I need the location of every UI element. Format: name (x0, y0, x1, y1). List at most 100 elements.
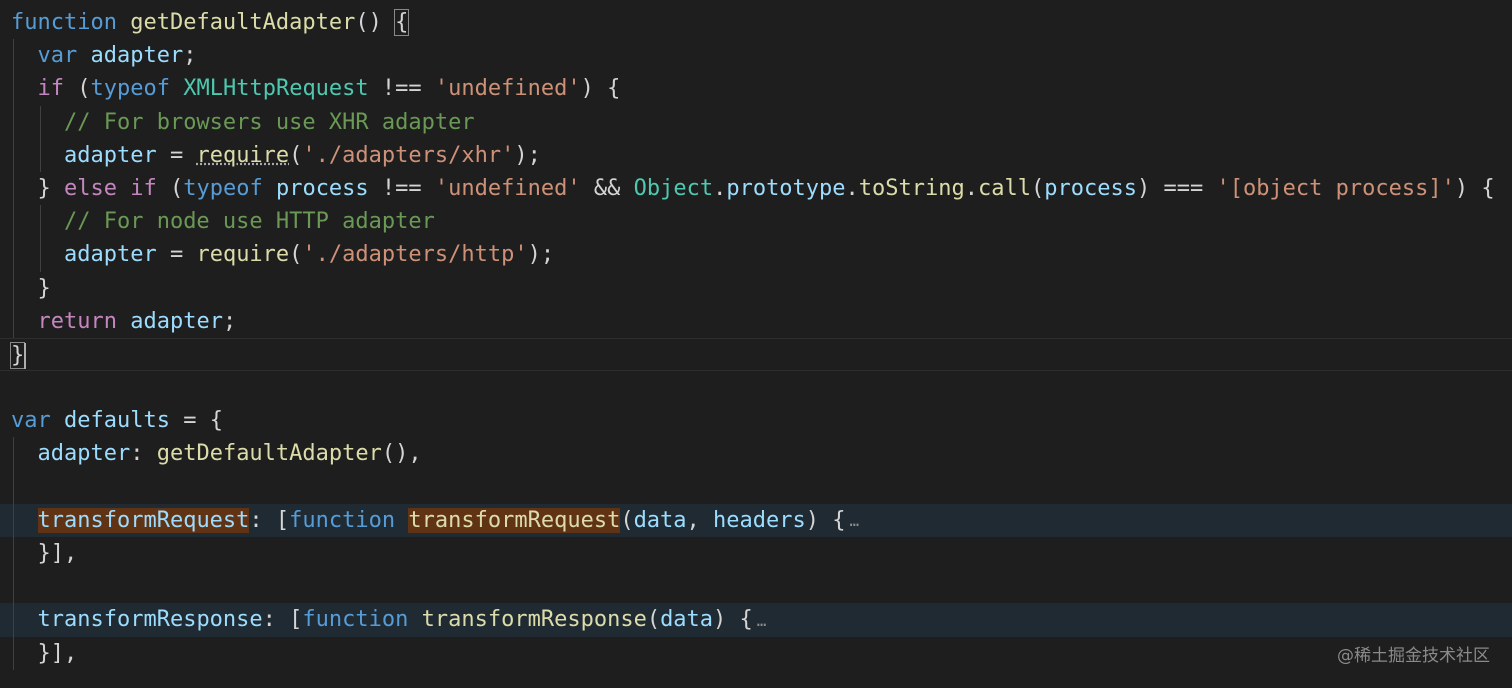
indent-guide (13, 603, 14, 637)
code-line[interactable]: function getDefaultAdapter() { (0, 6, 1512, 39)
code-line[interactable]: // For browsers use XHR adapter (0, 105, 1512, 139)
code-line[interactable]: transformResponse: [function transformRe… (0, 603, 1512, 637)
code-token: headers (713, 507, 806, 533)
code-token: process (1044, 175, 1137, 201)
code-line[interactable] (0, 470, 1512, 504)
code-editor[interactable]: function getDefaultAdapter() { var adapt… (0, 6, 1512, 688)
code-token: 'undefined' (434, 76, 581, 102)
code-token: getDefaultAdapter (130, 10, 356, 35)
code-token: defaults (64, 408, 170, 434)
code-token: // For browsers use XHR adapter (63, 109, 475, 135)
code-token: { (394, 9, 410, 36)
code-line[interactable] (0, 371, 1512, 404)
code-token: XMLHttpRequest (183, 76, 369, 102)
code-token: = (156, 242, 197, 268)
indent-guide (13, 238, 14, 272)
code-line[interactable]: adapter = require('./adapters/xhr'); (0, 138, 1512, 172)
code-token: 'undefined' (434, 175, 581, 201)
code-token: if (37, 76, 65, 102)
code-line[interactable]: return adapter; (0, 304, 1512, 338)
watermark: @稀土掘金技术社区 (1337, 646, 1490, 666)
code-token: '[object process]' (1216, 175, 1455, 201)
code-token: data (660, 607, 714, 633)
indent-guide (13, 636, 14, 670)
indent-guide (13, 39, 14, 73)
code-token: = { (169, 408, 223, 434)
code-token: './adapters/http' (302, 242, 528, 268)
code-token: function (11, 10, 117, 35)
code-token: prototype (726, 175, 846, 201)
code-token: toString (858, 175, 965, 201)
code-line[interactable]: } (0, 271, 1512, 305)
code-token: require (196, 242, 290, 268)
indent-guide (13, 503, 14, 537)
code-token: './adapters/xhr' (302, 142, 515, 168)
code-line[interactable]: // For node use HTTP adapter (0, 205, 1512, 239)
code-token: ) { (1454, 175, 1495, 201)
code-token: ) === (1136, 175, 1217, 201)
code-token: ); (527, 242, 555, 268)
code-token: } (11, 275, 51, 301)
code-token: function (289, 507, 396, 533)
code-token: var (11, 408, 51, 434)
code-token: ( (289, 242, 303, 268)
code-token: : [ (262, 607, 303, 633)
code-token: ( (620, 507, 634, 533)
code-token: process (275, 175, 369, 201)
indent-guide (13, 437, 14, 471)
code-token: !== (368, 175, 435, 201)
indent-guide (13, 205, 14, 239)
code-line[interactable] (0, 570, 1512, 604)
code-token: ) { (713, 607, 753, 633)
code-token: ( (1031, 175, 1045, 201)
code-line[interactable]: adapter = require('./adapters/http'); (0, 238, 1512, 272)
code-token: ( (64, 76, 91, 102)
code-token: require (196, 142, 290, 168)
code-token: typeof (90, 76, 170, 102)
code-line[interactable]: var defaults = { (0, 404, 1512, 437)
code-token: Object (633, 175, 714, 201)
code-line[interactable]: transformRequest: [function transformReq… (0, 503, 1512, 537)
indent-guide (13, 570, 14, 604)
code-token: } (11, 175, 64, 201)
code-token: : (130, 441, 157, 467)
code-line[interactable]: } (0, 337, 1512, 372)
code-token: adapter (90, 43, 184, 69)
code-token: ( (156, 175, 184, 201)
fold-ellipsis-icon[interactable]: … (757, 604, 767, 637)
indent-guide (13, 171, 14, 206)
code-token: transformRequest (408, 507, 621, 533)
code-line[interactable]: } else if (typeof process !== 'undefined… (0, 171, 1512, 206)
code-line[interactable]: var adapter; (0, 39, 1512, 73)
indent-guide (13, 271, 14, 305)
code-token: adapter (63, 242, 157, 268)
code-token: (), (381, 441, 422, 467)
code-line[interactable]: adapter: getDefaultAdapter(), (0, 437, 1512, 471)
code-token: transformRequest (37, 507, 250, 533)
code-token: ( (289, 142, 303, 168)
code-token: return (37, 308, 117, 334)
fold-ellipsis-icon[interactable]: … (850, 504, 860, 537)
code-token: else (63, 175, 117, 201)
code-line[interactable]: }], (0, 537, 1512, 571)
code-line[interactable]: }], (0, 636, 1512, 670)
indent-guide (13, 138, 14, 172)
code-token: }], (11, 541, 78, 566)
code-line[interactable]: if (typeof XMLHttpRequest !== 'undefined… (0, 72, 1512, 106)
code-token: () (355, 10, 396, 35)
code-token: adapter (63, 142, 157, 168)
code-token: // For node use HTTP adapter (63, 209, 435, 235)
code-token: = (156, 142, 197, 168)
